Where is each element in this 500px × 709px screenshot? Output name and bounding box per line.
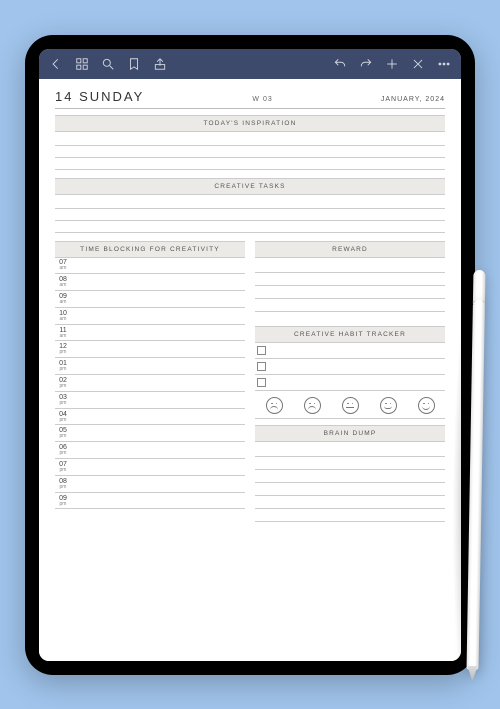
time-row[interactable]: 07pm xyxy=(55,459,245,476)
section-time-blocking-header: TIME BLOCKING FOR CREATIVITY xyxy=(55,241,245,258)
time-row[interactable]: 01pm xyxy=(55,358,245,375)
section-brain-dump-header: BRAIN DUMP xyxy=(255,425,445,442)
undo-icon[interactable] xyxy=(333,57,347,71)
planner-page: 14 SUNDAY W 03 JANUARY, 2024 TODAY'S INS… xyxy=(39,79,461,661)
time-label: 09am xyxy=(55,293,71,305)
time-row[interactable]: 04pm xyxy=(55,409,245,426)
add-icon[interactable] xyxy=(385,57,399,71)
app-toolbar xyxy=(39,49,461,79)
section-inspiration-header: TODAY'S INSPIRATION xyxy=(55,115,445,132)
brain-dump-lines[interactable] xyxy=(255,444,445,522)
day-name: SUNDAY xyxy=(79,89,144,104)
checkbox-icon[interactable] xyxy=(257,362,266,371)
share-icon[interactable] xyxy=(153,57,167,71)
reward-lines[interactable] xyxy=(255,260,445,312)
section-creative-tasks-header: CREATIVE TASKS xyxy=(55,178,445,195)
close-icon[interactable] xyxy=(411,57,425,71)
time-row[interactable]: 12pm xyxy=(55,341,245,358)
mood-happy-icon[interactable] xyxy=(380,397,397,414)
day-number: 14 xyxy=(55,89,73,104)
time-row[interactable]: 06pm xyxy=(55,442,245,459)
more-icon[interactable] xyxy=(437,57,451,71)
time-label: 07am xyxy=(55,259,71,271)
month-label: JANUARY, 2024 xyxy=(381,96,445,103)
bookmark-icon[interactable] xyxy=(127,57,141,71)
time-row[interactable]: 02pm xyxy=(55,375,245,392)
time-label: 01pm xyxy=(55,360,71,372)
time-label: 09pm xyxy=(55,495,71,507)
time-row[interactable]: 05pm xyxy=(55,425,245,442)
time-label: 05pm xyxy=(55,427,71,439)
habit-row[interactable] xyxy=(255,359,445,375)
section-reward-header: REWARD xyxy=(255,241,445,258)
time-row[interactable]: 09pm xyxy=(55,493,245,510)
section-habit-tracker-header: CREATIVE HABIT TRACKER xyxy=(255,326,445,343)
time-label: 06pm xyxy=(55,444,71,456)
mood-very-sad-icon[interactable] xyxy=(266,397,283,414)
time-row[interactable]: 10am xyxy=(55,308,245,325)
two-column-area: TIME BLOCKING FOR CREATIVITY 07am 08am 09a… xyxy=(55,241,445,530)
mood-very-happy-icon[interactable] xyxy=(418,397,435,414)
page-header: 14 SUNDAY W 03 JANUARY, 2024 xyxy=(55,89,445,109)
habit-tracker-rows[interactable] xyxy=(255,343,445,391)
time-row[interactable]: 08am xyxy=(55,274,245,291)
search-icon[interactable] xyxy=(101,57,115,71)
day-title: 14 SUNDAY xyxy=(55,89,144,104)
time-label: 12pm xyxy=(55,343,71,355)
time-grid[interactable]: 07am 08am 09am 10am 11am 12pm 01pm 02pm 03pm 04pm… xyxy=(55,258,245,510)
time-row[interactable]: 11am xyxy=(55,325,245,342)
left-column: TIME BLOCKING FOR CREATIVITY 07am 08am 09a… xyxy=(55,241,245,530)
time-row[interactable]: 08pm xyxy=(55,476,245,493)
time-row[interactable]: 03pm xyxy=(55,392,245,409)
week-label: W 03 xyxy=(252,96,272,103)
tablet-frame: 14 SUNDAY W 03 JANUARY, 2024 TODAY'S INS… xyxy=(25,35,475,675)
redo-icon[interactable] xyxy=(359,57,373,71)
time-label: 10am xyxy=(55,310,71,322)
time-label: 04pm xyxy=(55,411,71,423)
right-column: REWARD CREATIVE HABIT TRACKER BRAIN DUMP xyxy=(255,241,445,530)
time-row[interactable]: 09am xyxy=(55,291,245,308)
time-label: 02pm xyxy=(55,377,71,389)
screen: 14 SUNDAY W 03 JANUARY, 2024 TODAY'S INS… xyxy=(39,49,461,661)
checkbox-icon[interactable] xyxy=(257,346,266,355)
creative-tasks-lines[interactable] xyxy=(55,197,445,233)
time-label: 03pm xyxy=(55,394,71,406)
habit-row[interactable] xyxy=(255,375,445,391)
mood-faces-row[interactable] xyxy=(255,391,445,419)
time-row[interactable]: 07am xyxy=(55,258,245,275)
inspiration-lines[interactable] xyxy=(55,134,445,170)
habit-row[interactable] xyxy=(255,343,445,359)
time-label: 07pm xyxy=(55,461,71,473)
mood-neutral-icon[interactable] xyxy=(342,397,359,414)
time-label: 11am xyxy=(55,327,71,339)
time-label: 08am xyxy=(55,276,71,288)
checkbox-icon[interactable] xyxy=(257,378,266,387)
grid-icon[interactable] xyxy=(75,57,89,71)
time-label: 08pm xyxy=(55,478,71,490)
mood-sad-icon[interactable] xyxy=(304,397,321,414)
back-icon[interactable] xyxy=(49,57,63,71)
